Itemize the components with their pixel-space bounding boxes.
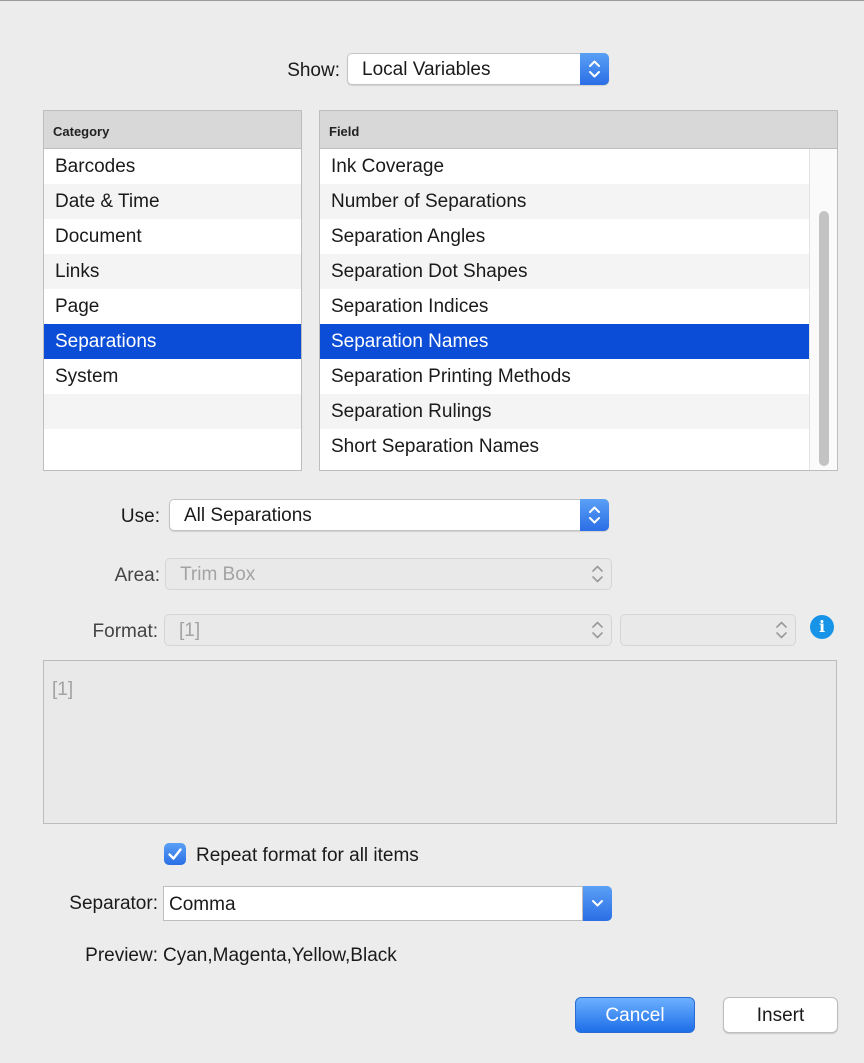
field-scrollbar[interactable] [809, 149, 837, 470]
field-item[interactable]: Separation Angles [320, 219, 811, 254]
field-item[interactable]: Number of Separations [320, 184, 811, 219]
category-item[interactable]: Date & Time [44, 184, 301, 219]
category-item[interactable]: Page [44, 289, 301, 324]
field-item[interactable]: Separation Printing Methods [320, 359, 811, 394]
info-icon[interactable]: i [810, 615, 834, 639]
field-header[interactable]: Field [320, 111, 837, 149]
field-item[interactable]: Separation Indices [320, 289, 811, 324]
field-item[interactable]: Short Separation Names [320, 429, 811, 464]
category-item[interactable]: Links [44, 254, 301, 289]
show-label: Show: [287, 60, 340, 81]
field-list: Field Ink Coverage Number of Separations… [319, 110, 838, 471]
field-item[interactable]: Ink Coverage [320, 149, 811, 184]
field-item-selected[interactable]: Separation Names [320, 324, 811, 359]
field-scrollbar-thumb[interactable] [819, 211, 829, 466]
use-label: Use: [120, 506, 160, 527]
category-list: Category Barcodes Date & Time Document L… [43, 110, 302, 471]
preview-value: Cyan,Magenta,Yellow,Black [163, 945, 397, 966]
window-top-border [0, 0, 864, 1]
separator-label: Separator: [69, 893, 158, 914]
category-item-selected[interactable]: Separations [44, 324, 301, 359]
checkmark-icon [168, 848, 182, 860]
area-popup[interactable]: Trim Box [165, 558, 612, 590]
field-item[interactable]: Separation Dot Shapes [320, 254, 811, 289]
category-header[interactable]: Category [44, 111, 301, 149]
use-value: All Separations [184, 505, 312, 526]
show-value: Local Variables [362, 59, 491, 80]
empty-row [44, 394, 301, 429]
empty-row [44, 429, 301, 464]
up-down-chevrons-icon [583, 614, 612, 646]
format-secondary-popup[interactable] [620, 614, 796, 646]
field-item[interactable]: Separation Rulings [320, 394, 811, 429]
repeat-checkbox[interactable] [164, 843, 186, 865]
category-item[interactable]: Document [44, 219, 301, 254]
show-popup[interactable]: Local Variables [347, 53, 609, 85]
format-value: [1] [179, 620, 201, 641]
format-text: [1] [52, 679, 74, 700]
up-down-chevrons-icon [583, 558, 612, 590]
up-down-chevrons-icon [580, 53, 609, 85]
insert-button[interactable]: Insert [723, 997, 838, 1033]
category-item[interactable]: System [44, 359, 301, 394]
area-label: Area: [114, 565, 160, 586]
cancel-button[interactable]: Cancel [575, 997, 695, 1033]
category-item[interactable]: Barcodes [44, 149, 301, 184]
repeat-label[interactable]: Repeat format for all items [196, 845, 419, 867]
use-popup[interactable]: All Separations [169, 499, 609, 531]
up-down-chevrons-icon [580, 499, 609, 531]
preview-label: Preview: [85, 945, 158, 966]
chevron-down-icon[interactable] [583, 886, 612, 921]
format-popup[interactable]: [1] [164, 614, 612, 646]
separator-combo[interactable]: Comma [163, 886, 612, 921]
format-text-area[interactable]: [1] [43, 660, 837, 824]
up-down-chevrons-icon [767, 614, 796, 646]
format-label: Format: [92, 621, 158, 642]
separator-field[interactable]: Comma [163, 886, 583, 921]
separator-value: Comma [169, 894, 236, 915]
area-value: Trim Box [180, 564, 256, 585]
